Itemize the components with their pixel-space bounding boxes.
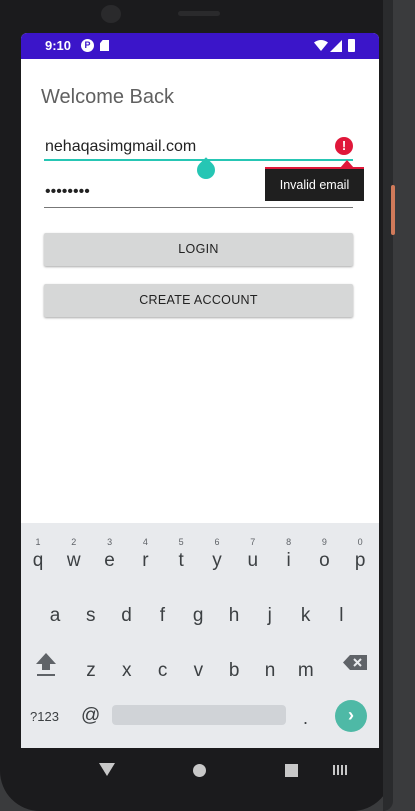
key-hint: 1	[35, 537, 41, 547]
device-screen: 9:10 P Welcome Back nehaqasimgmail.com !…	[21, 33, 379, 793]
key-hint: 3	[107, 537, 113, 547]
key-k[interactable]: k	[289, 605, 323, 627]
key-h[interactable]: h	[217, 605, 251, 627]
key-hint: 9	[321, 537, 327, 547]
signal-icon	[330, 40, 342, 52]
key-c[interactable]: c	[146, 660, 180, 682]
shift-icon[interactable]	[35, 651, 57, 677]
key-b[interactable]: b	[217, 660, 251, 682]
password-field-underline	[44, 207, 353, 208]
key-t[interactable]: 5t	[164, 537, 198, 572]
error-icon: !	[335, 137, 353, 155]
create-account-button[interactable]: CREATE ACCOUNT	[44, 284, 353, 317]
key-x[interactable]: x	[110, 660, 144, 682]
key-hint: 0	[357, 537, 363, 547]
login-button[interactable]: LOGIN	[44, 233, 353, 266]
front-camera	[101, 5, 121, 23]
back-icon[interactable]	[99, 763, 115, 776]
key-f[interactable]: f	[145, 605, 179, 627]
email-field[interactable]: nehaqasimgmail.com	[45, 138, 196, 156]
key-hint: 7	[250, 537, 256, 547]
power-button	[391, 185, 395, 235]
key-a[interactable]: a	[38, 605, 72, 627]
key-n[interactable]: n	[253, 660, 287, 682]
key-s[interactable]: s	[74, 605, 108, 627]
key-q[interactable]: 1q	[21, 537, 55, 572]
symbols-key[interactable]: ?123	[30, 709, 59, 724]
phone-edge	[383, 0, 393, 811]
key-z[interactable]: z	[74, 660, 108, 682]
key-g[interactable]: g	[181, 605, 215, 627]
recents-icon[interactable]	[285, 764, 298, 777]
key-e[interactable]: 3e	[93, 537, 127, 572]
error-tooltip: Invalid email	[265, 167, 364, 201]
wifi-icon	[314, 40, 328, 51]
earpiece-speaker	[178, 11, 220, 16]
key-i[interactable]: 8i	[272, 537, 306, 572]
at-key[interactable]: @	[81, 705, 100, 727]
battery-icon	[348, 39, 355, 52]
key-u[interactable]: 7u	[236, 537, 270, 572]
text-cursor-handle[interactable]	[193, 157, 219, 183]
page-title: Welcome Back	[41, 86, 175, 108]
key-w[interactable]: 2w	[57, 537, 91, 572]
key-j[interactable]: j	[253, 605, 287, 627]
keyboard-switch-icon[interactable]	[333, 765, 347, 775]
space-bar[interactable]	[112, 705, 286, 725]
enter-key[interactable]: ›	[335, 700, 367, 732]
key-hint: 8	[286, 537, 292, 547]
backspace-icon[interactable]	[343, 655, 367, 670]
email-field-underline	[44, 159, 353, 161]
password-field[interactable]: ••••••••	[45, 183, 90, 201]
sd-card-icon	[100, 40, 109, 51]
home-icon[interactable]	[193, 764, 206, 777]
key-hint: 6	[214, 537, 220, 547]
period-key[interactable]: .	[303, 708, 308, 729]
key-l[interactable]: l	[324, 605, 358, 627]
key-p[interactable]: 0p	[343, 537, 377, 572]
key-r[interactable]: 4r	[128, 537, 162, 572]
status-bar: 9:10 P	[21, 33, 379, 59]
key-d[interactable]: d	[110, 605, 144, 627]
key-hint: 5	[178, 537, 184, 547]
key-m[interactable]: m	[289, 660, 323, 682]
key-o[interactable]: 9o	[307, 537, 341, 572]
key-v[interactable]: v	[181, 660, 215, 682]
key-hint: 2	[71, 537, 77, 547]
notification-app-icon: P	[81, 39, 94, 52]
key-hint: 4	[142, 537, 148, 547]
soft-keyboard: 1q2w3e4r5t6y7u8i9o0p asdfghjkl zxcvbnm ?…	[21, 523, 379, 748]
status-time: 9:10	[45, 38, 72, 53]
navigation-bar	[21, 748, 379, 793]
key-y[interactable]: 6y	[200, 537, 234, 572]
